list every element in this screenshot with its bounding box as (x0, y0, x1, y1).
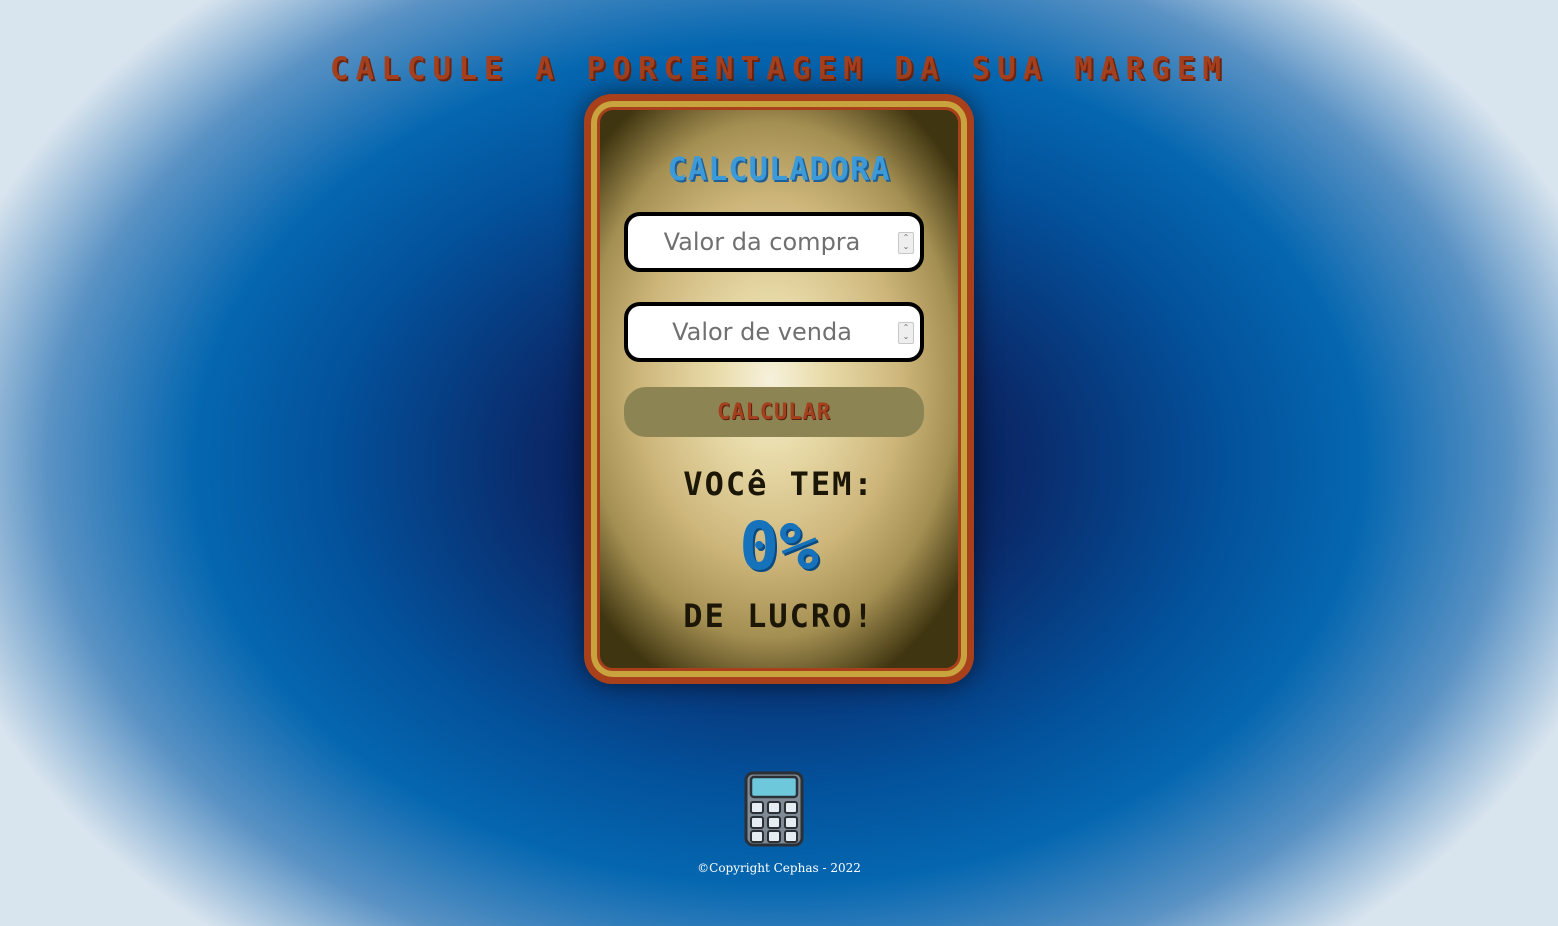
sale-value-spinner[interactable]: ⌃ ⌄ (898, 322, 914, 344)
purchase-value-spinner[interactable]: ⌃ ⌄ (898, 232, 914, 254)
copyright-text: ©Copyright Cephas - 2022 (697, 861, 861, 875)
calculator-card-body: CALCULADORA ⌃⌄ ⌃⌄ CALCULAR VOCê TEM: 0% … (597, 107, 961, 671)
calculator-heading: CALCULADORA (667, 150, 891, 188)
result-prefix: VOCê TEM: (683, 465, 875, 503)
calculator-card-frame: CALCULADORA ⌃⌄ ⌃⌄ CALCULAR VOCê TEM: 0% … (591, 101, 967, 677)
purchase-value-input[interactable] (628, 216, 920, 268)
page-title: Calcule a porcentagem da sua margem (329, 50, 1229, 87)
calculator-icon (744, 771, 804, 847)
sale-value-input[interactable] (628, 306, 920, 358)
sale-value-field: ⌃⌄ (624, 302, 924, 362)
purchase-value-field: ⌃⌄ (624, 212, 924, 272)
calculator-card: CALCULADORA ⌃⌄ ⌃⌄ CALCULAR VOCê TEM: 0% … (584, 94, 974, 684)
result-suffix: DE LUCRO! (683, 597, 875, 635)
calculate-button[interactable]: CALCULAR (624, 387, 924, 437)
result-percentage: 0% (739, 508, 819, 585)
